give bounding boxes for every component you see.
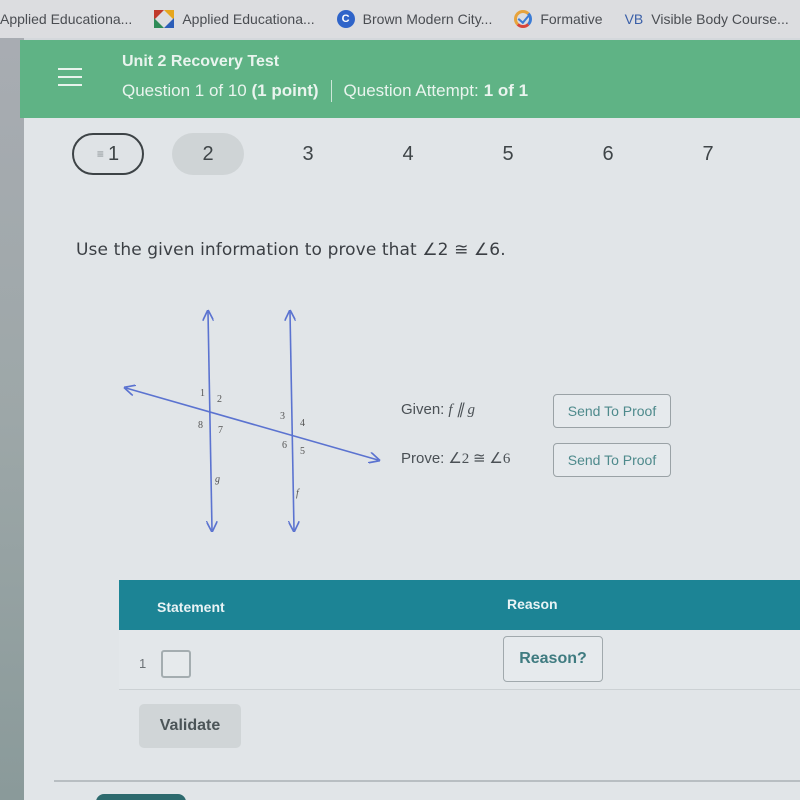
question-number: 6 bbox=[602, 142, 614, 165]
question-nav-1[interactable]: ≡ 1 bbox=[72, 133, 144, 175]
reason-button[interactable]: Reason? bbox=[503, 636, 603, 682]
angle-label-2: 2 bbox=[217, 394, 222, 405]
statement-input[interactable] bbox=[161, 650, 191, 678]
question-counter: Question 1 of 10 bbox=[122, 81, 247, 100]
bookmark-label: Visible Body Course... bbox=[651, 11, 789, 27]
angle-label-1: 1 bbox=[200, 388, 205, 399]
question-nav-4[interactable]: 4 bbox=[372, 133, 444, 175]
check-circle-icon bbox=[514, 10, 533, 28]
question-nav-2[interactable]: 2 bbox=[172, 133, 244, 175]
screen-edge bbox=[0, 38, 24, 800]
line-f bbox=[290, 312, 294, 530]
bookmark-applied-educational-1[interactable]: Applied Educationa... bbox=[0, 11, 132, 27]
question-nav-5[interactable]: 5 bbox=[472, 133, 544, 175]
attempt-label: Question Attempt: bbox=[343, 81, 479, 100]
footer-button[interactable] bbox=[96, 794, 186, 800]
question-nav-3[interactable]: 3 bbox=[272, 133, 344, 175]
prove-statement: Prove: ∠2 ≅ ∠6 bbox=[401, 449, 510, 468]
angle-label-7: 7 bbox=[218, 425, 223, 436]
bookmark-brown-modern-city[interactable]: C Brown Modern City... bbox=[336, 10, 493, 28]
parallel-lines-diagram: 1 2 8 7 3 4 6 5 g f bbox=[114, 298, 394, 548]
angle-label-5: 5 bbox=[300, 446, 305, 457]
statement-header: Statement bbox=[157, 599, 225, 615]
angle-label-6: 6 bbox=[282, 440, 287, 451]
given-statement: Given: f ∥ g bbox=[401, 400, 475, 419]
question-number: 3 bbox=[302, 142, 314, 165]
flag-icon: ≡ bbox=[96, 147, 104, 161]
proof-row: 1 Reason? bbox=[119, 630, 800, 690]
prove-label: Prove: bbox=[401, 450, 445, 467]
bookmark-visible-body[interactable]: VB Visible Body Course... bbox=[625, 11, 789, 27]
attempt-value: 1 of 1 bbox=[483, 81, 529, 100]
footer-divider bbox=[54, 780, 800, 782]
puzzle-icon bbox=[154, 10, 175, 28]
bookmark-label: Formative bbox=[540, 11, 603, 27]
question-navigation: ≡ 1 2 3 4 5 6 7 bbox=[72, 132, 772, 176]
angle-label-8: 8 bbox=[198, 420, 203, 431]
transversal-line bbox=[126, 388, 378, 460]
c-circle-icon: C bbox=[336, 10, 355, 28]
question-content: ≡ 1 2 3 4 5 6 7 Use the given information… bbox=[24, 118, 800, 800]
bookmarks-bar: Applied Educationa... Applied Educationa… bbox=[0, 0, 800, 38]
question-number: 7 bbox=[702, 142, 714, 165]
send-prove-to-proof-button[interactable]: Send To Proof bbox=[553, 443, 671, 477]
hamburger-menu-icon[interactable] bbox=[58, 68, 82, 88]
proof-table-header: Statement Reason bbox=[119, 580, 800, 630]
prove-expression: ∠2 ≅ ∠6 bbox=[448, 451, 511, 467]
header-divider bbox=[330, 80, 332, 102]
question-prompt: Use the given information to prove that … bbox=[76, 240, 506, 260]
line-label-f: f bbox=[296, 488, 300, 499]
question-points: (1 point) bbox=[251, 81, 319, 100]
bookmark-formative[interactable]: Formative bbox=[514, 10, 603, 28]
test-title: Unit 2 Recovery Test bbox=[122, 53, 280, 70]
angle-label-3: 3 bbox=[280, 411, 285, 422]
angle-label-4: 4 bbox=[300, 418, 305, 429]
row-number: 1 bbox=[139, 656, 147, 671]
question-nav-7[interactable]: 7 bbox=[672, 133, 744, 175]
given-expression: f ∥ g bbox=[448, 402, 476, 418]
line-label-g: g bbox=[215, 474, 220, 485]
question-number: 2 bbox=[202, 142, 214, 165]
given-label: Given: bbox=[401, 401, 445, 418]
question-number: 1 bbox=[107, 142, 120, 165]
reason-header: Reason bbox=[507, 596, 558, 612]
bookmark-label: Applied Educationa... bbox=[0, 11, 133, 27]
bookmark-label: Applied Educationa... bbox=[182, 11, 315, 27]
question-info: Question 1 of 10 (1 point) Question Atte… bbox=[122, 80, 528, 102]
question-nav-6[interactable]: 6 bbox=[572, 133, 644, 175]
question-number: 4 bbox=[402, 142, 414, 165]
bookmark-label: Brown Modern City... bbox=[362, 11, 493, 27]
question-number: 5 bbox=[502, 142, 514, 165]
test-header: Unit 2 Recovery Test Question 1 of 10 (1… bbox=[20, 40, 800, 118]
send-given-to-proof-button[interactable]: Send To Proof bbox=[553, 394, 671, 428]
bookmark-applied-educational-2[interactable]: Applied Educationa... bbox=[154, 10, 315, 28]
vb-icon: VB bbox=[624, 11, 644, 27]
validate-button[interactable]: Validate bbox=[139, 704, 241, 748]
line-g bbox=[208, 312, 212, 530]
